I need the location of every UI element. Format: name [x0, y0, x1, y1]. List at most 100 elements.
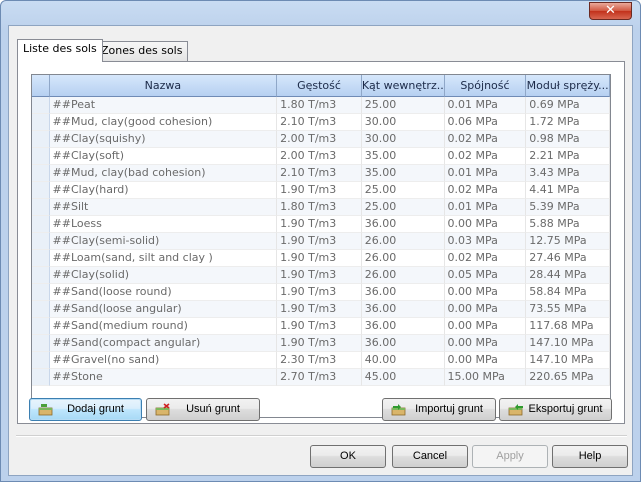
cell-modulus[interactable]: 73.55 MPa: [526, 301, 610, 318]
cell-cohesion[interactable]: 0.02 MPa: [444, 131, 527, 148]
cell-modulus[interactable]: 220.65 MPa: [526, 369, 610, 386]
row-indicator[interactable]: [32, 284, 50, 301]
column-header-friction-angle[interactable]: Kąt wewnętrz...: [361, 75, 445, 97]
add-soil-button[interactable]: Dodaj grunt: [29, 398, 142, 421]
cell-friction-angle[interactable]: 25.00: [361, 182, 445, 199]
column-header-density[interactable]: Gęstość: [277, 75, 362, 97]
cell-density[interactable]: 1.90 T/m3: [277, 318, 362, 335]
import-soil-button[interactable]: Importuj grunt: [382, 398, 496, 421]
cell-modulus[interactable]: 5.88 MPa: [526, 216, 610, 233]
cell-modulus[interactable]: 4.41 MPa: [526, 182, 610, 199]
cell-modulus[interactable]: 0.98 MPa: [526, 131, 610, 148]
cell-density[interactable]: 1.90 T/m3: [277, 301, 362, 318]
table-row[interactable]: ##Sand(loose round) 1.90 T/m3 36.00 0.00 MP…: [32, 284, 610, 301]
cell-density[interactable]: 1.90 T/m3: [277, 284, 362, 301]
row-indicator[interactable]: [32, 165, 50, 182]
column-header-name[interactable]: Nazwa: [49, 75, 278, 97]
cell-friction-angle[interactable]: 30.00: [361, 114, 445, 131]
cell-modulus[interactable]: 2.21 MPa: [526, 148, 610, 165]
tab-zones-des-sols[interactable]: Zones des sols: [95, 41, 189, 61]
cell-name[interactable]: ##Mud, clay(good cohesion): [49, 114, 278, 131]
cell-friction-angle[interactable]: 30.00: [361, 131, 445, 148]
cell-friction-angle[interactable]: 36.00: [361, 216, 445, 233]
table-row[interactable]: ##Loam(sand, silt and clay ) 1.90 T/m3 26.…: [32, 250, 610, 267]
row-indicator[interactable]: [32, 182, 50, 199]
table-row[interactable]: ##Clay(solid) 1.90 T/m3 26.00 0.05 MPa 28.44…: [32, 267, 610, 284]
row-indicator[interactable]: [32, 250, 50, 267]
table-row[interactable]: ##Clay(semi-solid) 1.90 T/m3 26.00 0.03 MPa…: [32, 233, 610, 250]
table-row[interactable]: ##Sand(compact angular) 1.90 T/m3 36.00 0.0…: [32, 335, 610, 352]
row-indicator[interactable]: [32, 335, 50, 352]
cell-friction-angle[interactable]: 26.00: [361, 250, 445, 267]
tab-liste-des-sols[interactable]: Liste des sols: [17, 39, 103, 62]
row-indicator[interactable]: [32, 267, 50, 284]
cell-density[interactable]: 1.90 T/m3: [277, 267, 362, 284]
row-indicator[interactable]: [32, 216, 50, 233]
cell-name[interactable]: ##Gravel(no sand): [49, 352, 278, 369]
table-row[interactable]: ##Loess 1.90 T/m3 36.00 0.00 MPa 5.88 MPa: [32, 216, 610, 233]
row-indicator[interactable]: [32, 301, 50, 318]
cell-cohesion[interactable]: 0.02 MPa: [444, 250, 527, 267]
cell-density[interactable]: 2.70 T/m3: [277, 369, 362, 386]
cell-density[interactable]: 2.00 T/m3: [277, 148, 362, 165]
cell-name[interactable]: ##Sand(medium round): [49, 318, 278, 335]
cell-friction-angle[interactable]: 36.00: [361, 301, 445, 318]
cell-friction-angle[interactable]: 26.00: [361, 267, 445, 284]
table-row[interactable]: ##Silt 1.80 T/m3 25.00 0.01 MPa 5.39 MPa: [32, 199, 610, 216]
cell-name[interactable]: ##Clay(soft): [49, 148, 278, 165]
cell-name[interactable]: ##Loess: [49, 216, 278, 233]
row-indicator[interactable]: [32, 114, 50, 131]
row-indicator[interactable]: [32, 233, 50, 250]
cell-modulus[interactable]: 28.44 MPa: [526, 267, 610, 284]
cell-name[interactable]: ##Silt: [49, 199, 278, 216]
table-row[interactable]: ##Mud, clay(good cohesion) 2.10 T/m3 30.00…: [32, 114, 610, 131]
cell-cohesion[interactable]: 0.02 MPa: [444, 148, 527, 165]
cell-modulus[interactable]: 27.46 MPa: [526, 250, 610, 267]
cell-name[interactable]: ##Sand(compact angular): [49, 335, 278, 352]
cell-friction-angle[interactable]: 25.00: [361, 97, 445, 114]
cell-density[interactable]: 1.80 T/m3: [277, 97, 362, 114]
cell-cohesion[interactable]: 0.00 MPa: [444, 335, 527, 352]
cell-cohesion[interactable]: 0.01 MPa: [444, 97, 527, 114]
cell-cohesion[interactable]: 0.01 MPa: [444, 165, 527, 182]
export-soil-button[interactable]: Eksportuj grunt: [499, 398, 612, 421]
ok-button[interactable]: OK: [310, 445, 386, 468]
cell-cohesion[interactable]: 0.05 MPa: [444, 267, 527, 284]
cell-friction-angle[interactable]: 36.00: [361, 335, 445, 352]
cell-density[interactable]: 2.30 T/m3: [277, 352, 362, 369]
remove-soil-button[interactable]: Usuń grunt: [146, 398, 260, 421]
cell-cohesion[interactable]: 0.00 MPa: [444, 216, 527, 233]
cell-friction-angle[interactable]: 36.00: [361, 284, 445, 301]
row-indicator[interactable]: [32, 131, 50, 148]
cell-friction-angle[interactable]: 36.00: [361, 318, 445, 335]
cell-cohesion[interactable]: 0.02 MPa: [444, 182, 527, 199]
row-indicator[interactable]: [32, 97, 50, 114]
cell-cohesion[interactable]: 0.00 MPa: [444, 284, 527, 301]
cell-density[interactable]: 1.90 T/m3: [277, 182, 362, 199]
cell-name[interactable]: ##Sand(loose angular): [49, 301, 278, 318]
table-row[interactable]: ##Peat 1.80 T/m3 25.00 0.01 MPa 0.69 MPa: [32, 97, 610, 114]
cell-friction-angle[interactable]: 26.00: [361, 233, 445, 250]
cell-cohesion[interactable]: 0.00 MPa: [444, 352, 527, 369]
cell-density[interactable]: 2.10 T/m3: [277, 165, 362, 182]
apply-button[interactable]: Apply: [472, 445, 548, 468]
cell-name[interactable]: ##Sand(loose round): [49, 284, 278, 301]
cell-modulus[interactable]: 12.75 MPa: [526, 233, 610, 250]
cell-cohesion[interactable]: 15.00 MPa: [444, 369, 527, 386]
cell-density[interactable]: 2.00 T/m3: [277, 131, 362, 148]
column-header-cohesion[interactable]: Spójność: [444, 75, 527, 97]
column-header-modulus[interactable]: Moduł spręży...: [526, 75, 610, 97]
cell-cohesion[interactable]: 0.06 MPa: [444, 114, 527, 131]
cell-name[interactable]: ##Mud, clay(bad cohesion): [49, 165, 278, 182]
table-row[interactable]: ##Gravel(no sand) 2.30 T/m3 40.00 0.00 MPa 1…: [32, 352, 610, 369]
cell-density[interactable]: 1.80 T/m3: [277, 199, 362, 216]
cell-density[interactable]: 1.90 T/m3: [277, 250, 362, 267]
row-indicator[interactable]: [32, 352, 50, 369]
row-indicator[interactable]: [32, 199, 50, 216]
cell-name[interactable]: ##Clay(semi-solid): [49, 233, 278, 250]
cell-density[interactable]: 1.90 T/m3: [277, 233, 362, 250]
cell-modulus[interactable]: 5.39 MPa: [526, 199, 610, 216]
cell-density[interactable]: 2.10 T/m3: [277, 114, 362, 131]
cell-friction-angle[interactable]: 45.00: [361, 369, 445, 386]
table-row[interactable]: ##Clay(squishy) 2.00 T/m3 30.00 0.02 MPa 0.9…: [32, 131, 610, 148]
